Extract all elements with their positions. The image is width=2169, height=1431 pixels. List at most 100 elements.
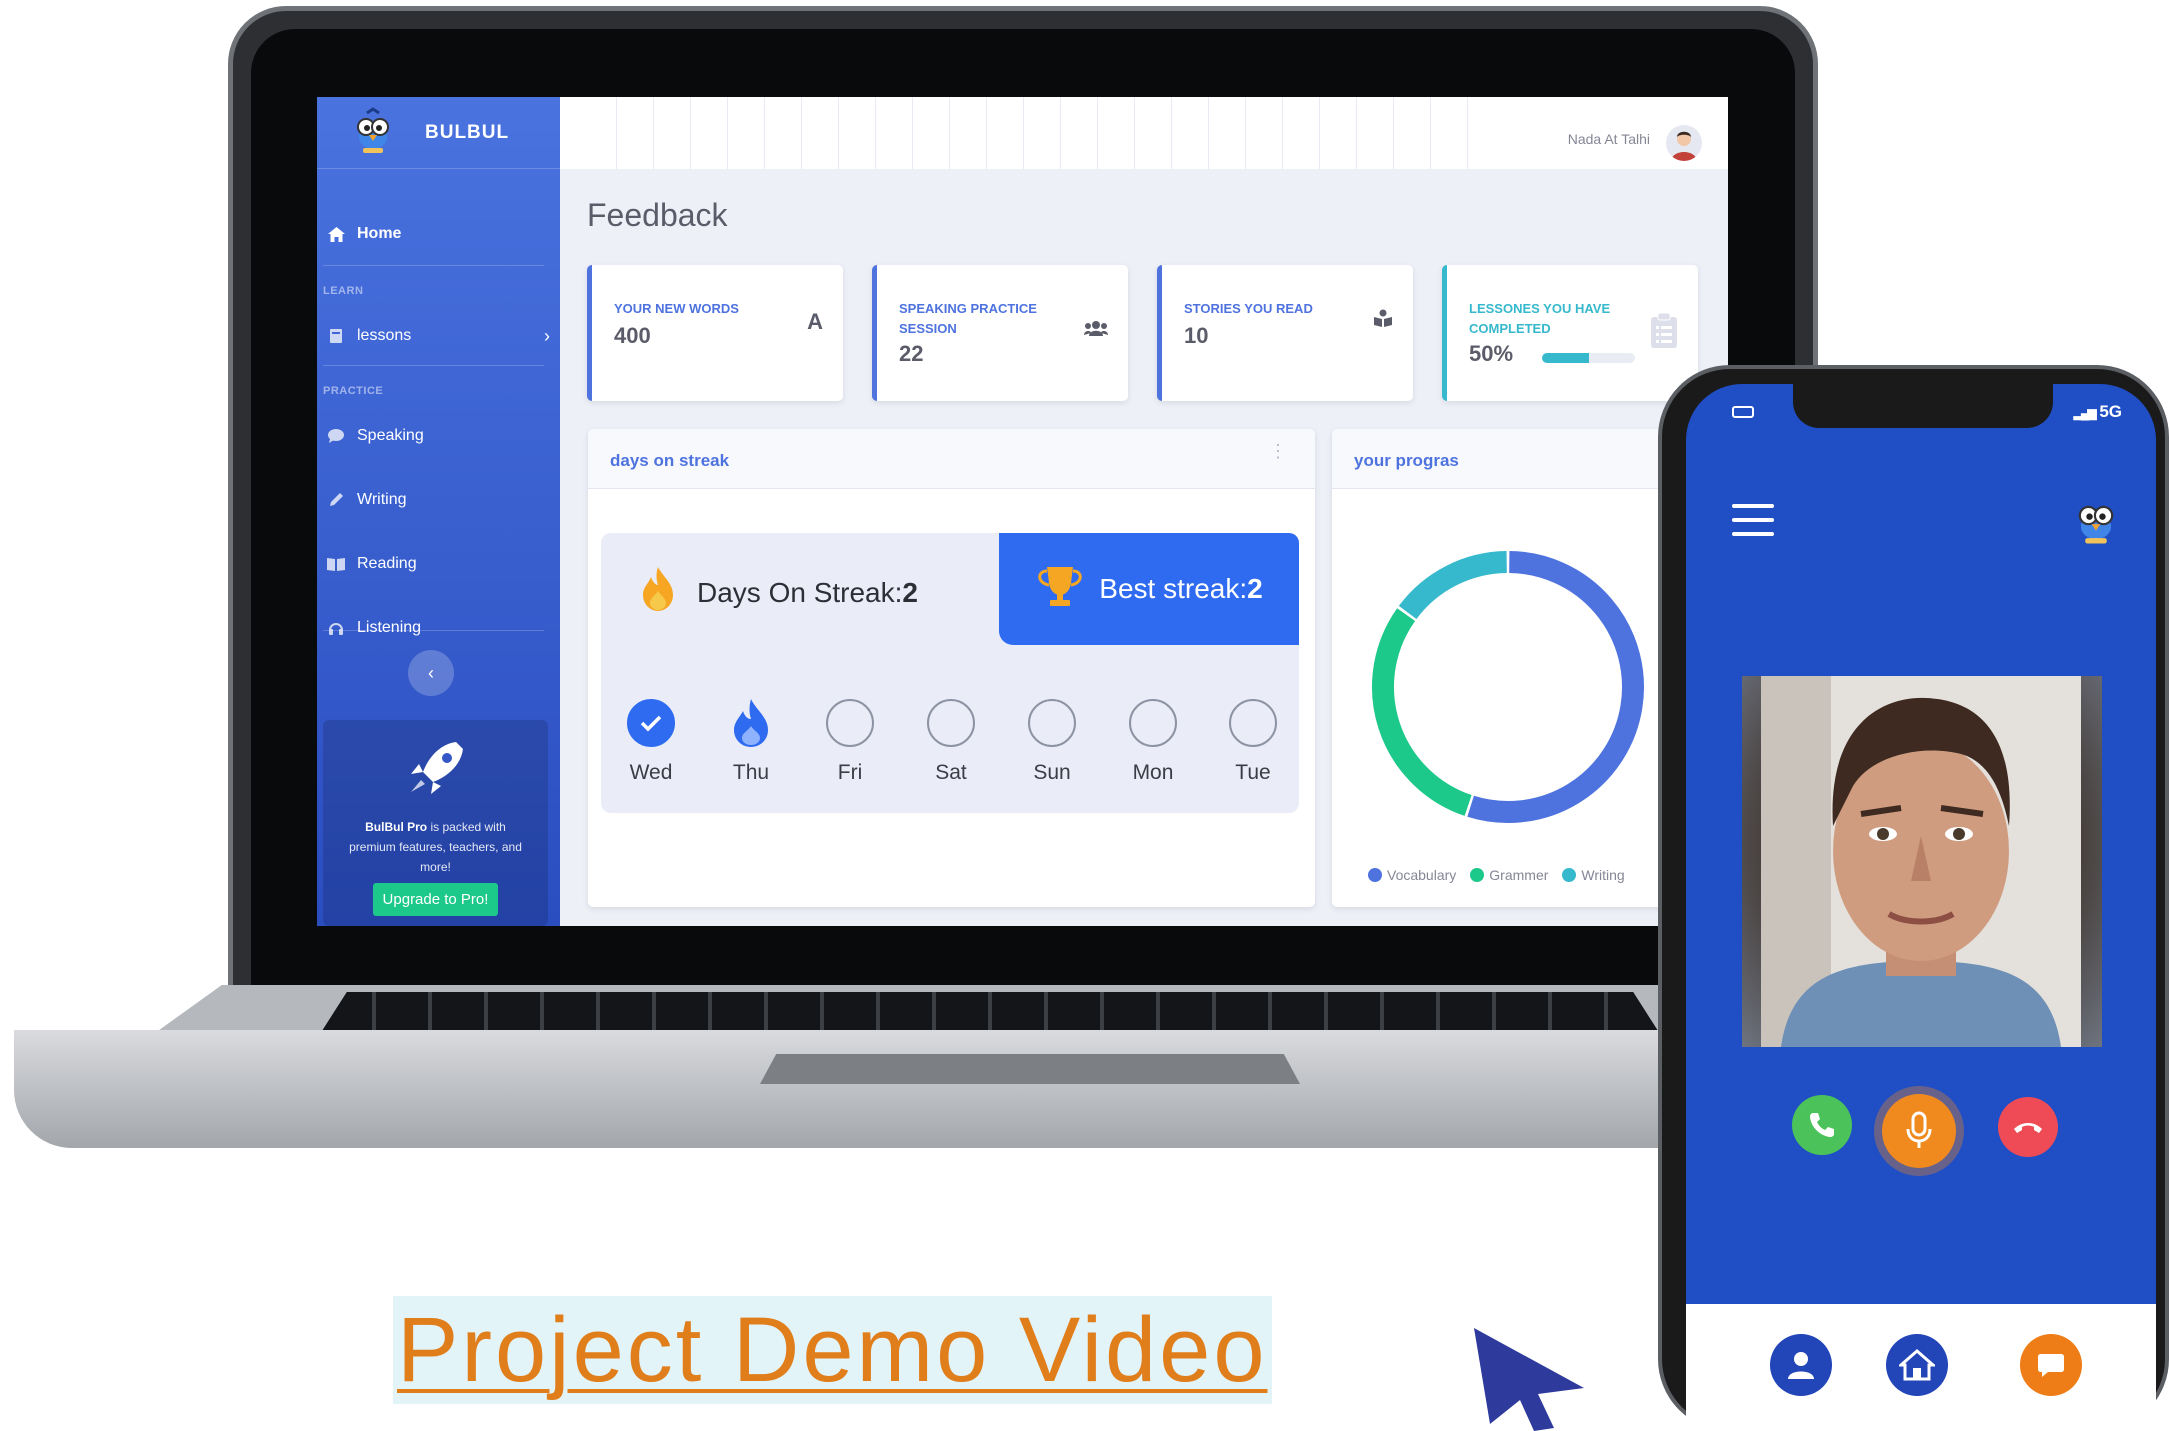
avatar-face	[1761, 676, 2081, 1047]
days-on-streak-value: 2	[902, 576, 918, 608]
sidebar-toggle-button[interactable]: ‹	[408, 650, 454, 696]
learn-heading: LEARN	[323, 285, 364, 297]
legend-item: Grammer	[1470, 867, 1548, 883]
project-demo-video-link[interactable]: Project Demo Video	[393, 1296, 1272, 1404]
sidebar-item-label: Speaking	[357, 427, 424, 444]
microphone-icon	[1906, 1111, 1932, 1148]
legend-dot	[1368, 868, 1382, 882]
phone-notch	[1793, 384, 2053, 428]
promo-card: BulBul Pro is packed with premium featur…	[323, 720, 548, 926]
phone-bottom-nav	[1686, 1304, 2156, 1431]
bulbul-logo[interactable]	[2070, 494, 2122, 550]
day-label: Mon	[1132, 761, 1174, 784]
profile-button[interactable]	[1770, 1334, 1832, 1396]
book-icon	[323, 328, 349, 344]
end-call-button[interactable]	[1998, 1097, 2058, 1157]
user-icon	[1788, 1352, 1814, 1379]
pencil-icon	[323, 492, 349, 508]
laptop-trackpad	[760, 1054, 1300, 1084]
comment-icon	[323, 429, 349, 443]
clipboard-list-icon	[1650, 312, 1678, 355]
legend-label: Writing	[1581, 867, 1625, 883]
chart-legend: Vocabulary Grammer Writing	[1368, 867, 1639, 883]
sidebar-item-home[interactable]: Home	[317, 225, 401, 243]
home-button[interactable]	[1886, 1334, 1948, 1396]
stat-card-stories-read: STORIES YOU READ 10	[1157, 265, 1413, 401]
lessons-progress-bar	[1542, 353, 1635, 363]
more-options-icon[interactable]: ⋮	[1269, 442, 1287, 460]
legend-label: Vocabulary	[1387, 867, 1457, 883]
lessons-progress-fill	[1542, 353, 1589, 363]
sidebar-divider	[323, 365, 544, 366]
card-value: 50%	[1469, 341, 1514, 366]
chat-icon	[2038, 1354, 2064, 1377]
panel-title: days on streak	[610, 451, 730, 470]
sidebar-divider	[323, 630, 544, 631]
streak-widget: Days On Streak: 2 Best streak: 2 Wed Thu…	[601, 533, 1299, 813]
sidebar-item-writing[interactable]: Writing	[317, 491, 407, 509]
users-icon	[1084, 319, 1108, 342]
empty-circle-icon	[1129, 699, 1177, 747]
stat-card-speaking-sessions: SPEAKING PRACTICE SESSION 22	[872, 265, 1128, 401]
legend-item: Vocabulary	[1368, 867, 1456, 883]
sidebar-item-label: Home	[357, 225, 402, 242]
day-sun: Sun	[1022, 699, 1082, 785]
sidebar-item-label: Writing	[357, 491, 407, 508]
letter-a-icon: A	[807, 309, 823, 334]
card-value: 400	[614, 323, 651, 348]
best-streak-banner: Best streak: 2	[999, 533, 1299, 645]
sidebar-item-reading[interactable]: Reading	[317, 555, 417, 573]
network-label: 5G	[2099, 402, 2122, 421]
day-thu: Thu	[721, 699, 781, 785]
card-label: SPEAKING PRACTICE SESSION	[899, 301, 1037, 336]
card-label: LESSONES YOU HAVE COMPLETED	[1469, 301, 1611, 336]
fire-icon	[641, 567, 675, 618]
laptop-screen: BULBUL Home LEARN lessons › PRACTICE Spe…	[317, 97, 1728, 926]
headphones-icon	[323, 620, 349, 636]
streak-panel: days on streak ⋮ Days On Streak: 2 Best …	[588, 429, 1315, 907]
sidebar-item-label: lessons	[357, 327, 412, 344]
sidebar-item-speaking[interactable]: Speaking	[317, 427, 424, 445]
card-label: STORIES YOU READ	[1184, 301, 1313, 316]
day-tue: Tue	[1223, 699, 1283, 785]
card-value: 22	[899, 341, 924, 366]
trophy-icon	[1035, 565, 1085, 614]
sidebar-item-label: Listening	[357, 619, 422, 636]
home-icon	[1899, 1349, 1935, 1381]
user-name[interactable]: Nada At Talhi	[1561, 131, 1656, 147]
upgrade-button[interactable]: Upgrade to Pro!	[372, 883, 499, 916]
day-label: Wed	[629, 761, 673, 784]
hang-up-icon	[2014, 1123, 2042, 1133]
laptop-keyboard	[320, 992, 1660, 1034]
battery-icon	[1732, 406, 1754, 418]
check-icon	[627, 699, 675, 747]
cursor-arrow-icon	[1474, 1328, 1584, 1431]
card-label: YOUR NEW WORDS	[614, 301, 739, 316]
promo-text: BulBul Pro is packed with premium featur…	[349, 820, 522, 874]
sidebar-item-lessons[interactable]: lessons ›	[317, 326, 554, 346]
best-streak-label: Best streak:	[1099, 573, 1248, 604]
network-status: ▂▄▆ 5G	[2074, 402, 2122, 422]
chat-button[interactable]	[2020, 1334, 2082, 1396]
legend-item: Writing	[1562, 867, 1625, 883]
panel-title: your progras	[1354, 451, 1459, 470]
panel-header: days on streak ⋮	[588, 429, 1315, 489]
day-sat: Sat	[921, 699, 981, 785]
progress-donut-chart	[1372, 551, 1644, 823]
menu-icon[interactable]	[1732, 504, 1774, 538]
answer-call-button[interactable]	[1792, 1095, 1852, 1155]
empty-circle-icon	[826, 699, 874, 747]
sidebar-item-listening[interactable]: Listening	[317, 619, 421, 637]
days-on-streak-label: Days On Streak:	[697, 576, 903, 608]
empty-circle-icon	[1229, 699, 1277, 747]
laptop-base	[14, 1030, 1854, 1148]
book-reader-icon	[1373, 309, 1393, 333]
microphone-button[interactable]	[1882, 1094, 1956, 1168]
rocket-icon	[410, 742, 463, 794]
sidebar-brand[interactable]: BULBUL	[317, 97, 560, 169]
legend-dot	[1470, 868, 1485, 882]
bulbul-logo	[351, 106, 395, 159]
practice-heading: PRACTICE	[323, 385, 384, 397]
avatar[interactable]	[1666, 125, 1702, 161]
day-label: Sat	[935, 761, 967, 784]
